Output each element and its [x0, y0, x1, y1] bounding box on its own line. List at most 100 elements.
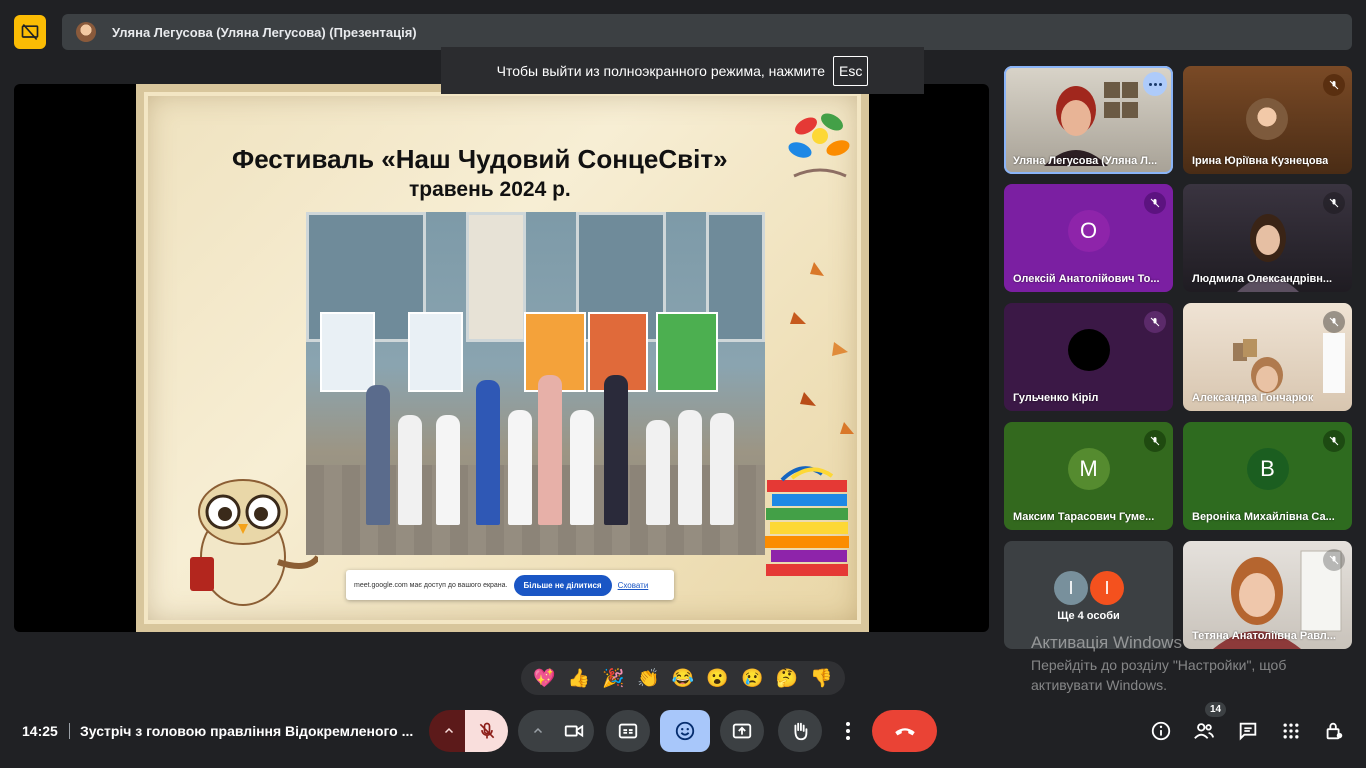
- info-icon: [1151, 721, 1171, 741]
- reaction-party[interactable]: 🎉: [599, 668, 629, 689]
- participant-name: Александра Гончарюк: [1192, 392, 1314, 404]
- raise-hand-button[interactable]: [778, 710, 822, 752]
- lock-person-icon: [1326, 722, 1343, 740]
- mic-off-icon: [479, 722, 494, 739]
- participants-count-badge: 14: [1205, 702, 1227, 717]
- meeting-info-button[interactable]: [1148, 718, 1174, 744]
- participant-name: Уляна Легусова (Уляна Л...: [1013, 155, 1158, 167]
- participant-name: Максим Тарасович Гуме...: [1013, 511, 1155, 523]
- captions-button[interactable]: [606, 710, 650, 752]
- windows-activation-watermark: Активація Windows Перейдіть до розділу "…: [1031, 633, 1286, 695]
- participant-name: Гульченко Кірiл: [1013, 392, 1099, 404]
- participant-tile[interactable]: М Максим Тарасович Гуме...: [1004, 422, 1173, 530]
- slide-subtitle: травень 2024 р.: [409, 178, 571, 201]
- chat-button[interactable]: [1235, 718, 1261, 744]
- fullscreen-exit-toast: Чтобы выйти из полноэкранного режима, на…: [441, 47, 924, 94]
- divider: [69, 723, 70, 739]
- fullscreen-toast-text: Чтобы выйти из полноэкранного режима, на…: [496, 62, 826, 79]
- slide: Фестиваль «Наш Чудовий СонцеСвіт» травен…: [136, 84, 869, 632]
- more-options-button[interactable]: [834, 710, 862, 752]
- meeting-title: Зустріч з головою правління Відокремлено…: [80, 723, 414, 739]
- leave-call-button[interactable]: [872, 710, 937, 752]
- captions-icon: [618, 723, 638, 739]
- slide-title: Фестиваль «Наш Чудовий СонцеСвіт»: [232, 144, 728, 174]
- windows-activation-line2: активувати Windows.: [1031, 677, 1167, 693]
- participant-tile[interactable]: Уляна Легусова (Уляна Л...: [1004, 66, 1173, 174]
- present-button[interactable]: [720, 710, 764, 752]
- avatar: І: [1090, 571, 1124, 605]
- participant-tile[interactable]: Людмила Олександрівн...: [1183, 184, 1352, 292]
- avatar: В: [1246, 448, 1289, 490]
- esc-key: Esc: [833, 55, 869, 86]
- participant-name: Вероніка Михайлівна Са...: [1192, 511, 1335, 523]
- mic-off-icon: [1323, 74, 1345, 96]
- avatar: О: [1067, 210, 1110, 252]
- more-vert-icon: [846, 722, 850, 740]
- reaction-thumbs-down[interactable]: 👎: [807, 668, 837, 689]
- meeting-time: 14:25: [22, 723, 58, 739]
- stop-sharing-button[interactable]: Більше не ділитися: [513, 574, 612, 596]
- avatar: [1067, 329, 1110, 371]
- autumn-leaves-icon: [790, 262, 854, 434]
- camera-options-button[interactable]: [518, 710, 558, 752]
- others-label: Ще 4 особи: [1057, 610, 1120, 622]
- camera-icon: [564, 724, 584, 738]
- mic-off-icon: [1323, 549, 1345, 571]
- presenter-name: Уляна Легусова (Уляна Легусова) (Презент…: [112, 24, 417, 40]
- mic-off-icon: [1323, 430, 1345, 452]
- reaction-thinking[interactable]: 🤔: [772, 668, 802, 689]
- reaction-laugh[interactable]: 😂: [668, 668, 698, 689]
- activities-button[interactable]: [1278, 718, 1304, 744]
- present-off-icon[interactable]: [14, 15, 46, 49]
- apps-grid-icon: [1283, 723, 1299, 739]
- presenter-avatar: [76, 22, 96, 42]
- participant-tile[interactable]: Александра Гончарюк: [1183, 303, 1352, 411]
- hang-up-icon: [894, 728, 915, 736]
- reaction-thumbs-up[interactable]: 👍: [564, 668, 594, 689]
- participant-video: [1044, 82, 1138, 166]
- mic-options-button[interactable]: [429, 710, 469, 752]
- screen-share-notice: meet.google.com має доступ до вашого екр…: [346, 570, 674, 600]
- hands-logo-icon: [788, 113, 850, 178]
- participant-name: Ірина Юріївна Кузнецова: [1192, 155, 1329, 167]
- books-stack-illustration: [765, 466, 849, 576]
- host-controls-button[interactable]: [1321, 718, 1347, 744]
- chat-icon: [1239, 722, 1257, 741]
- hide-notice-link[interactable]: Сховати: [618, 581, 649, 590]
- windows-activation-line1: Перейдіть до розділу "Настройки", щоб: [1031, 657, 1287, 673]
- participant-tile[interactable]: В Вероніка Михайлівна Са...: [1183, 422, 1352, 530]
- presenter-bar: Уляна Легусова (Уляна Легусова) (Презент…: [62, 14, 1352, 50]
- chevron-up-icon: [444, 727, 454, 734]
- mic-off-icon: [1144, 430, 1166, 452]
- reaction-heart[interactable]: 💖: [529, 668, 559, 689]
- reaction-surprised[interactable]: 😮: [703, 668, 733, 689]
- participant-name: Олексій Анатолійович То...: [1013, 273, 1160, 285]
- camera-toggle-button[interactable]: [554, 710, 594, 752]
- reaction-sad[interactable]: 😢: [737, 668, 767, 689]
- mic-off-icon: [1323, 311, 1345, 333]
- windows-activation-title: Активація Windows: [1031, 633, 1182, 652]
- presentation-stage: Фестиваль «Наш Чудовий СонцеСвіт» травен…: [14, 84, 989, 632]
- people-icon: [1194, 723, 1215, 739]
- mic-off-icon: [1144, 311, 1166, 333]
- chevron-up-icon: [533, 727, 543, 734]
- hand-icon: [794, 722, 808, 741]
- mic-off-icon: [1144, 192, 1166, 214]
- avatar: [1246, 98, 1288, 140]
- people-button[interactable]: [1191, 718, 1217, 744]
- more-options-icon[interactable]: [1143, 72, 1167, 96]
- reactions-bar: 💖 👍 🎉 👏 😂 😮 😢 🤔 👎: [521, 661, 845, 695]
- participant-tile[interactable]: Гульченко Кірiл: [1004, 303, 1173, 411]
- avatar: І: [1054, 571, 1088, 605]
- participant-tile[interactable]: Ірина Юріївна Кузнецова: [1183, 66, 1352, 174]
- emoji-icon: [675, 721, 695, 741]
- reaction-clap[interactable]: 👏: [633, 668, 663, 689]
- owl-illustration: [190, 479, 318, 606]
- reactions-button[interactable]: [660, 710, 710, 752]
- mic-off-icon: [1323, 192, 1345, 214]
- others-avatars: І І: [1054, 571, 1124, 605]
- share-notice-text: meet.google.com має доступ до вашого екр…: [354, 581, 508, 589]
- avatar: М: [1067, 448, 1110, 490]
- mic-toggle-button[interactable]: [465, 710, 508, 752]
- participant-tile[interactable]: О Олексій Анатолійович То...: [1004, 184, 1173, 292]
